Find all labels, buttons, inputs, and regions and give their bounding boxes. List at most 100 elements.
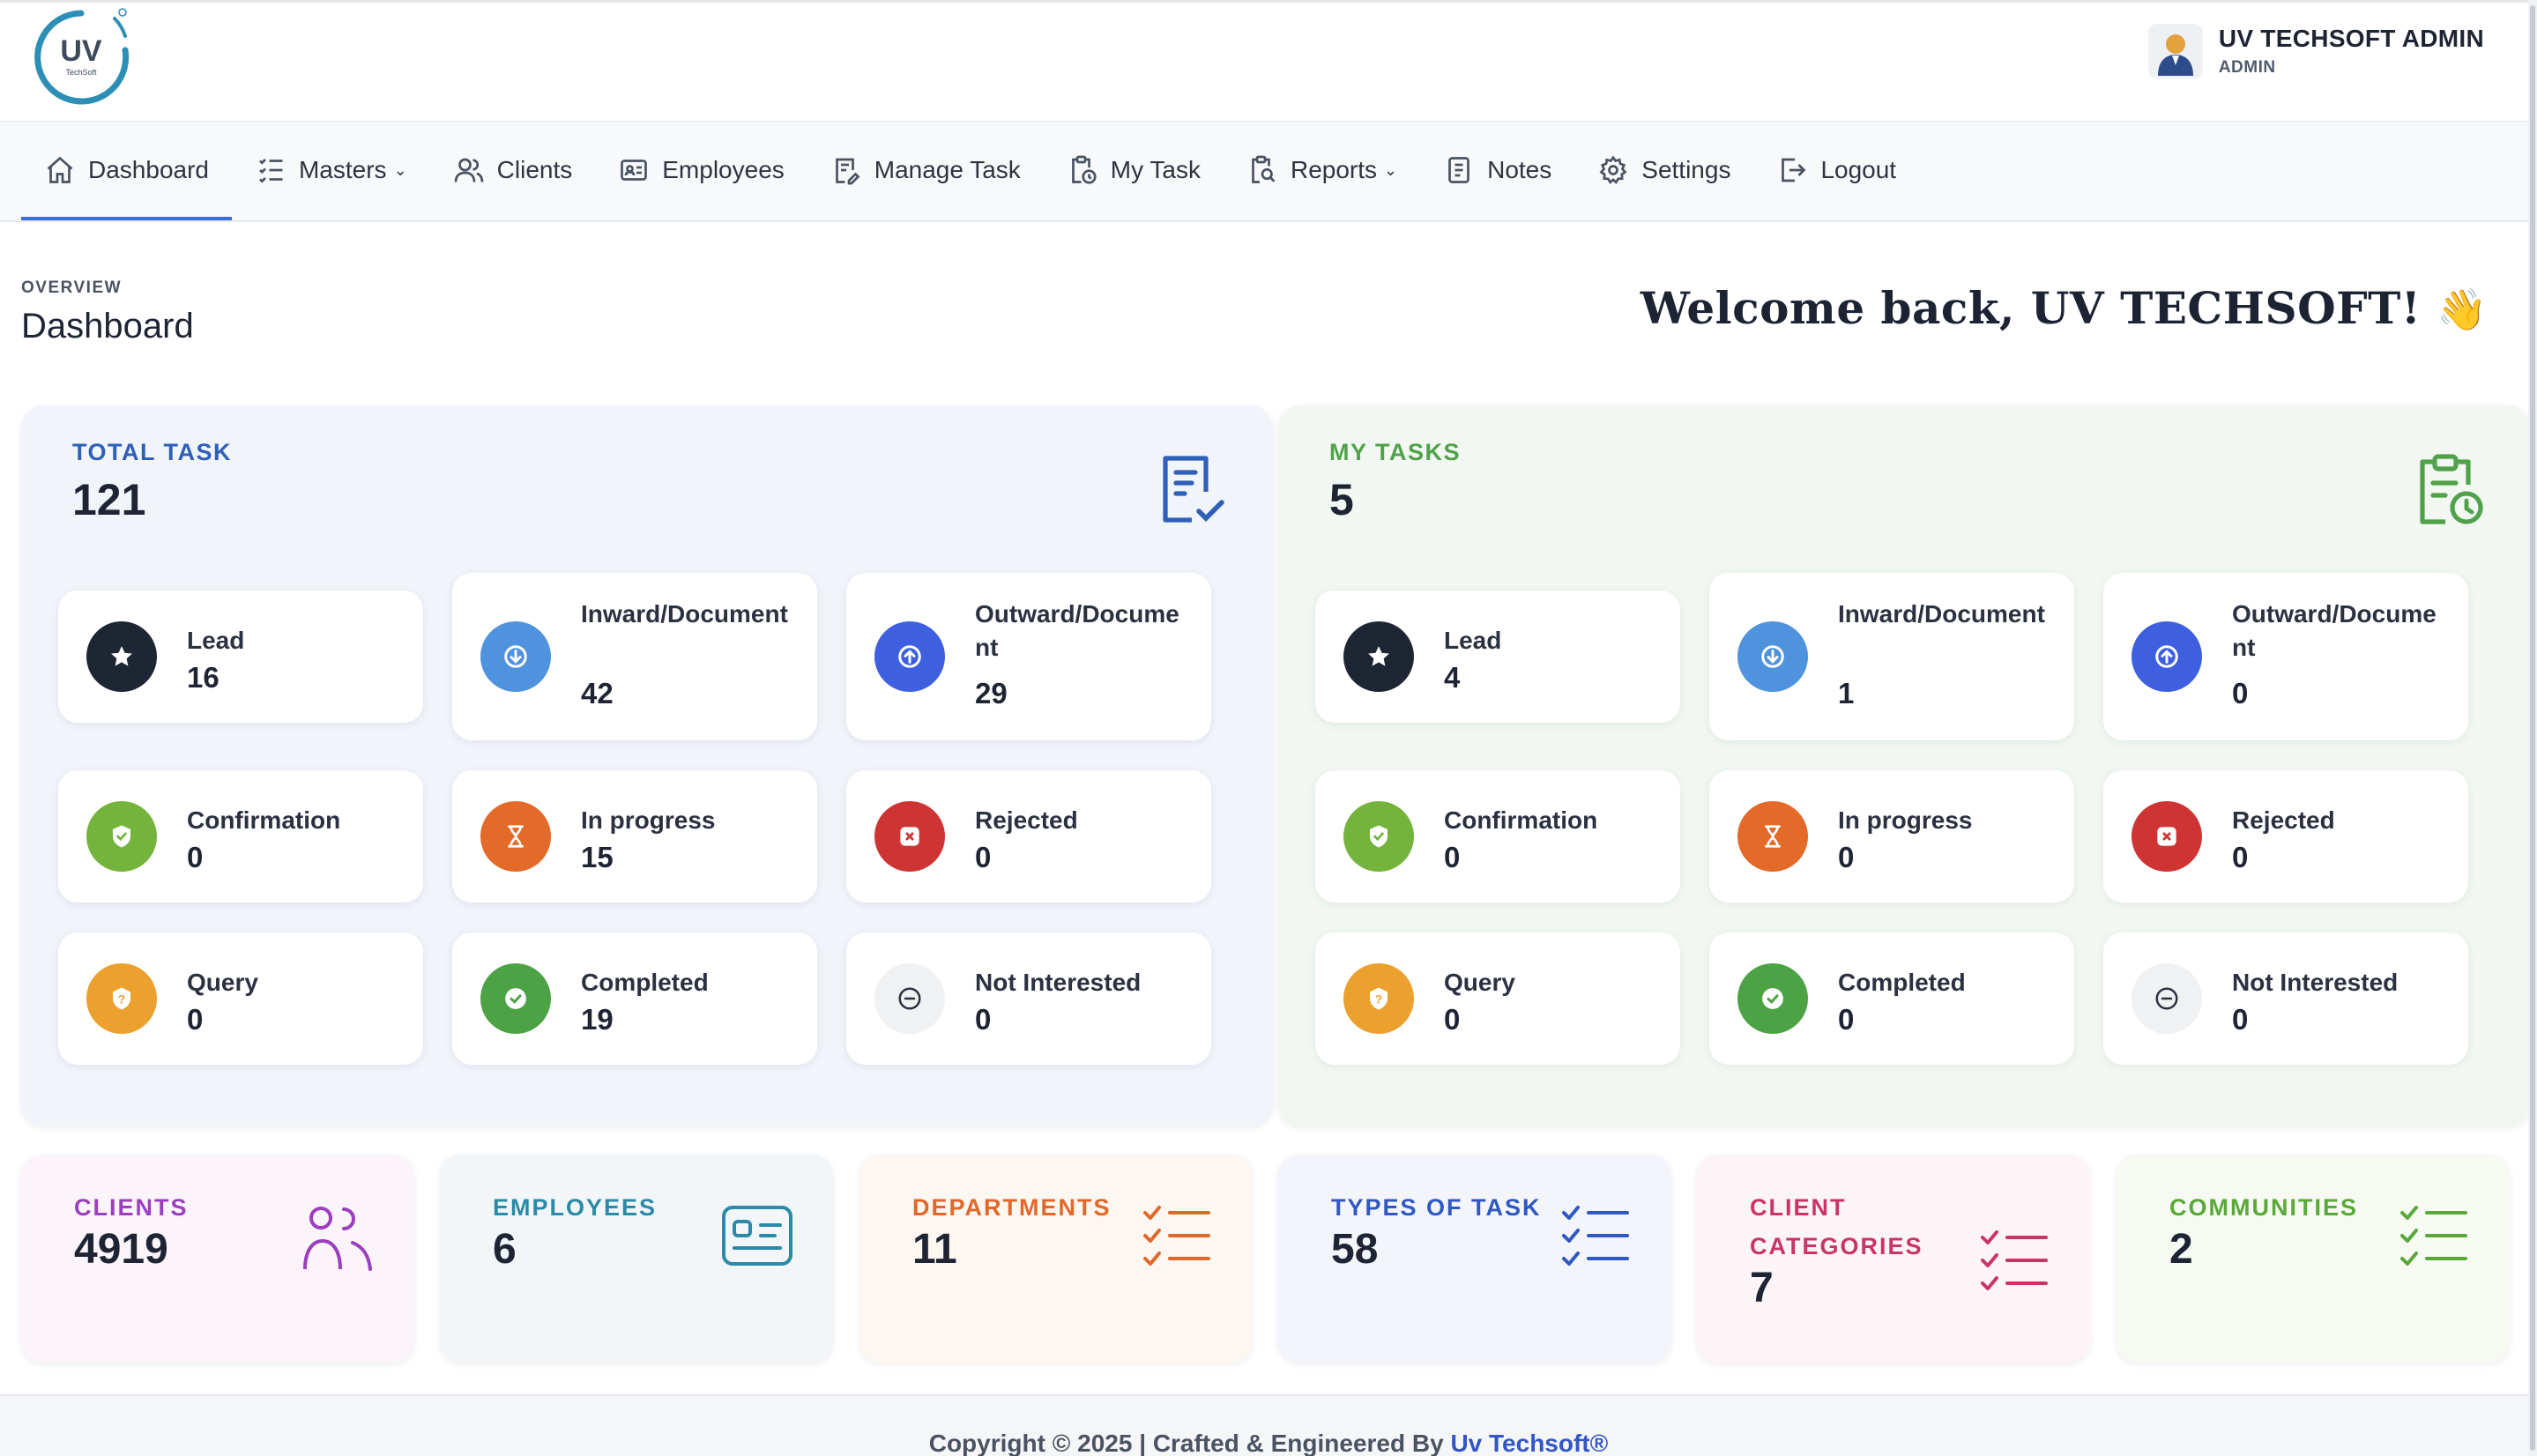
status-label: Rejected: [2232, 806, 2335, 834]
nav-manage-task[interactable]: Manage Task: [807, 122, 1044, 219]
gear-icon: [1599, 155, 1627, 184]
clipboard-clock-icon: [2420, 454, 2483, 524]
hourglass-icon: [1765, 825, 1781, 848]
status-value: 42: [581, 677, 614, 709]
status-card-in-progress[interactable]: In progress 0: [1709, 770, 2074, 903]
users-icon: [454, 158, 484, 182]
status-label: Not Interested: [975, 969, 1142, 996]
stat-label: COMMUNITIES: [2169, 1194, 2358, 1221]
stat-card-clients[interactable]: CLIENTS 4919: [21, 1155, 414, 1363]
status-value: 0: [1838, 841, 1855, 873]
status-card-lead[interactable]: Lead 16: [58, 591, 423, 723]
copyright-text: Copyright © 2025 | Crafted & Engineered …: [928, 1430, 1451, 1456]
status-icon-badge: [480, 801, 551, 872]
nav-masters[interactable]: Masters ⌄: [232, 122, 430, 219]
chevron-down-icon: ⌄: [1384, 160, 1398, 179]
status-icon-badge: [480, 621, 551, 692]
stat-card-departments[interactable]: DEPARTMENTS 11: [859, 1155, 1253, 1363]
status-label: Lead: [187, 627, 245, 654]
status-label: Completed: [1838, 969, 1966, 996]
status-value: 0: [975, 841, 992, 873]
nav-label: Employees: [662, 156, 785, 183]
stat-value: 58: [1331, 1226, 1379, 1273]
nav-employees[interactable]: Employees: [595, 122, 807, 219]
svg-text:?: ?: [118, 993, 125, 1007]
shield-check-icon: [113, 825, 130, 848]
arrow-up-circle-icon: [2155, 645, 2178, 668]
nav-label: Logout: [1820, 156, 1897, 183]
status-value: 0: [2232, 841, 2249, 873]
status-card-lead[interactable]: Lead 4: [1315, 591, 1680, 723]
my-tasks-panel: MY TASKS 5 Lead 4 Inward/Document 1 Outward/…: [1278, 405, 2530, 1126]
status-card-confirmation[interactable]: Confirmation 0: [1315, 770, 1680, 903]
status-value: 0: [2232, 677, 2249, 709]
task-check-icon: [1163, 456, 1224, 523]
panel-label: MY TASKS: [1329, 439, 1462, 465]
stat-card-communities[interactable]: COMMUNITIES 2: [2117, 1155, 2510, 1363]
status-value: 0: [187, 1003, 204, 1036]
nav-notes[interactable]: Notes: [1420, 122, 1574, 219]
id-card-icon: [722, 1206, 792, 1266]
status-icon-badge: [2132, 621, 2202, 692]
status-card-rejected[interactable]: Rejected 0: [2103, 770, 2468, 903]
company-logo[interactable]: UV TechSoft: [26, 6, 136, 108]
arrow-down-circle-icon: [504, 645, 527, 668]
status-card-rejected[interactable]: Rejected 0: [846, 770, 1211, 903]
nav-my-task[interactable]: My Task: [1044, 122, 1224, 219]
brand-link[interactable]: Uv Techsoft®: [1450, 1430, 1608, 1456]
check-circle-icon: [505, 988, 526, 1009]
checklist-icon: [1981, 1230, 2048, 1290]
checklist-icon: [1143, 1206, 1210, 1266]
status-card-query[interactable]: ? Query 0: [1315, 932, 1680, 1065]
question-icon: ?: [113, 987, 130, 1010]
page-scrollbar[interactable]: [2528, 0, 2537, 1456]
status-card-completed[interactable]: Completed 19: [452, 932, 817, 1065]
minus-circle-icon: [2155, 987, 2178, 1010]
status-card-outward-document[interactable]: Outward/Document 29: [846, 573, 1211, 740]
status-icon-badge: [1343, 801, 1414, 872]
status-label: Inward/Document: [1838, 600, 2045, 628]
status-value: 0: [2232, 1003, 2249, 1036]
status-label: Outward/Document: [2232, 600, 2437, 661]
nav-clients[interactable]: Clients: [430, 122, 596, 219]
status-value: 4: [1444, 661, 1461, 694]
status-card-not-interested[interactable]: Not Interested 0: [2103, 932, 2468, 1065]
nav-settings[interactable]: Settings: [1574, 122, 1753, 219]
status-card-confirmation[interactable]: Confirmation 0: [58, 770, 423, 903]
status-icon-badge: [86, 801, 157, 872]
welcome-text: Welcome back, UV TECHSOFT!: [1640, 282, 2422, 334]
status-card-completed[interactable]: Completed 0: [1709, 932, 2074, 1065]
scrollbar-thumb[interactable]: [2530, 5, 2535, 1451]
status-label: In progress: [581, 806, 716, 834]
user-role: ADMIN: [2218, 58, 2276, 77]
user-avatar-icon: [2157, 34, 2193, 76]
nav-reports[interactable]: Reports ⌄: [1224, 122, 1420, 219]
status-card-query[interactable]: ? Query 0: [58, 932, 423, 1065]
status-label: Confirmation: [1444, 806, 1598, 834]
status-card-inward-document[interactable]: Inward/Document 1: [1709, 573, 2074, 740]
clipboard-clock-icon: [1071, 155, 1097, 184]
status-icon-badge: [1737, 621, 1808, 692]
status-card-in-progress[interactable]: In progress 15: [452, 770, 817, 903]
status-value: 0: [187, 841, 204, 873]
status-card-inward-document[interactable]: Inward/Document 42: [452, 573, 817, 740]
status-card-outward-document[interactable]: Outward/Document 0: [2103, 573, 2468, 740]
stat-card-employees[interactable]: EMPLOYEES 6: [440, 1155, 833, 1363]
arrow-up-circle-icon: [898, 645, 921, 668]
stat-card-types-of-task[interactable]: TYPES OF TASK 58: [1278, 1155, 1671, 1363]
user-name: UV TECHSOFT ADMIN: [2218, 25, 2484, 52]
footer-text: Copyright © 2025 | Crafted & Engineered …: [0, 1430, 2537, 1456]
status-label: In progress: [1838, 806, 1973, 834]
nav-logout[interactable]: Logout: [1753, 122, 1919, 219]
stat-card-client-categories[interactable]: CLIENT CATEGORIES 7: [1697, 1155, 2090, 1363]
report-search-icon: [1252, 155, 1276, 183]
avatar[interactable]: [2147, 24, 2203, 78]
logout-icon: [1782, 158, 1806, 182]
nav-dashboard[interactable]: Dashboard: [21, 122, 232, 220]
user-menu[interactable]: UV TECHSOFT ADMIN ADMIN: [2147, 22, 2484, 80]
panel-count: 121: [72, 475, 146, 524]
hourglass-icon: [508, 825, 524, 848]
nav-label: My Task: [1110, 156, 1201, 183]
status-card-not-interested[interactable]: Not Interested 0: [846, 932, 1211, 1065]
top-header: UV TechSoft UV TECHSOFT ADMIN ADMIN: [0, 0, 2537, 122]
